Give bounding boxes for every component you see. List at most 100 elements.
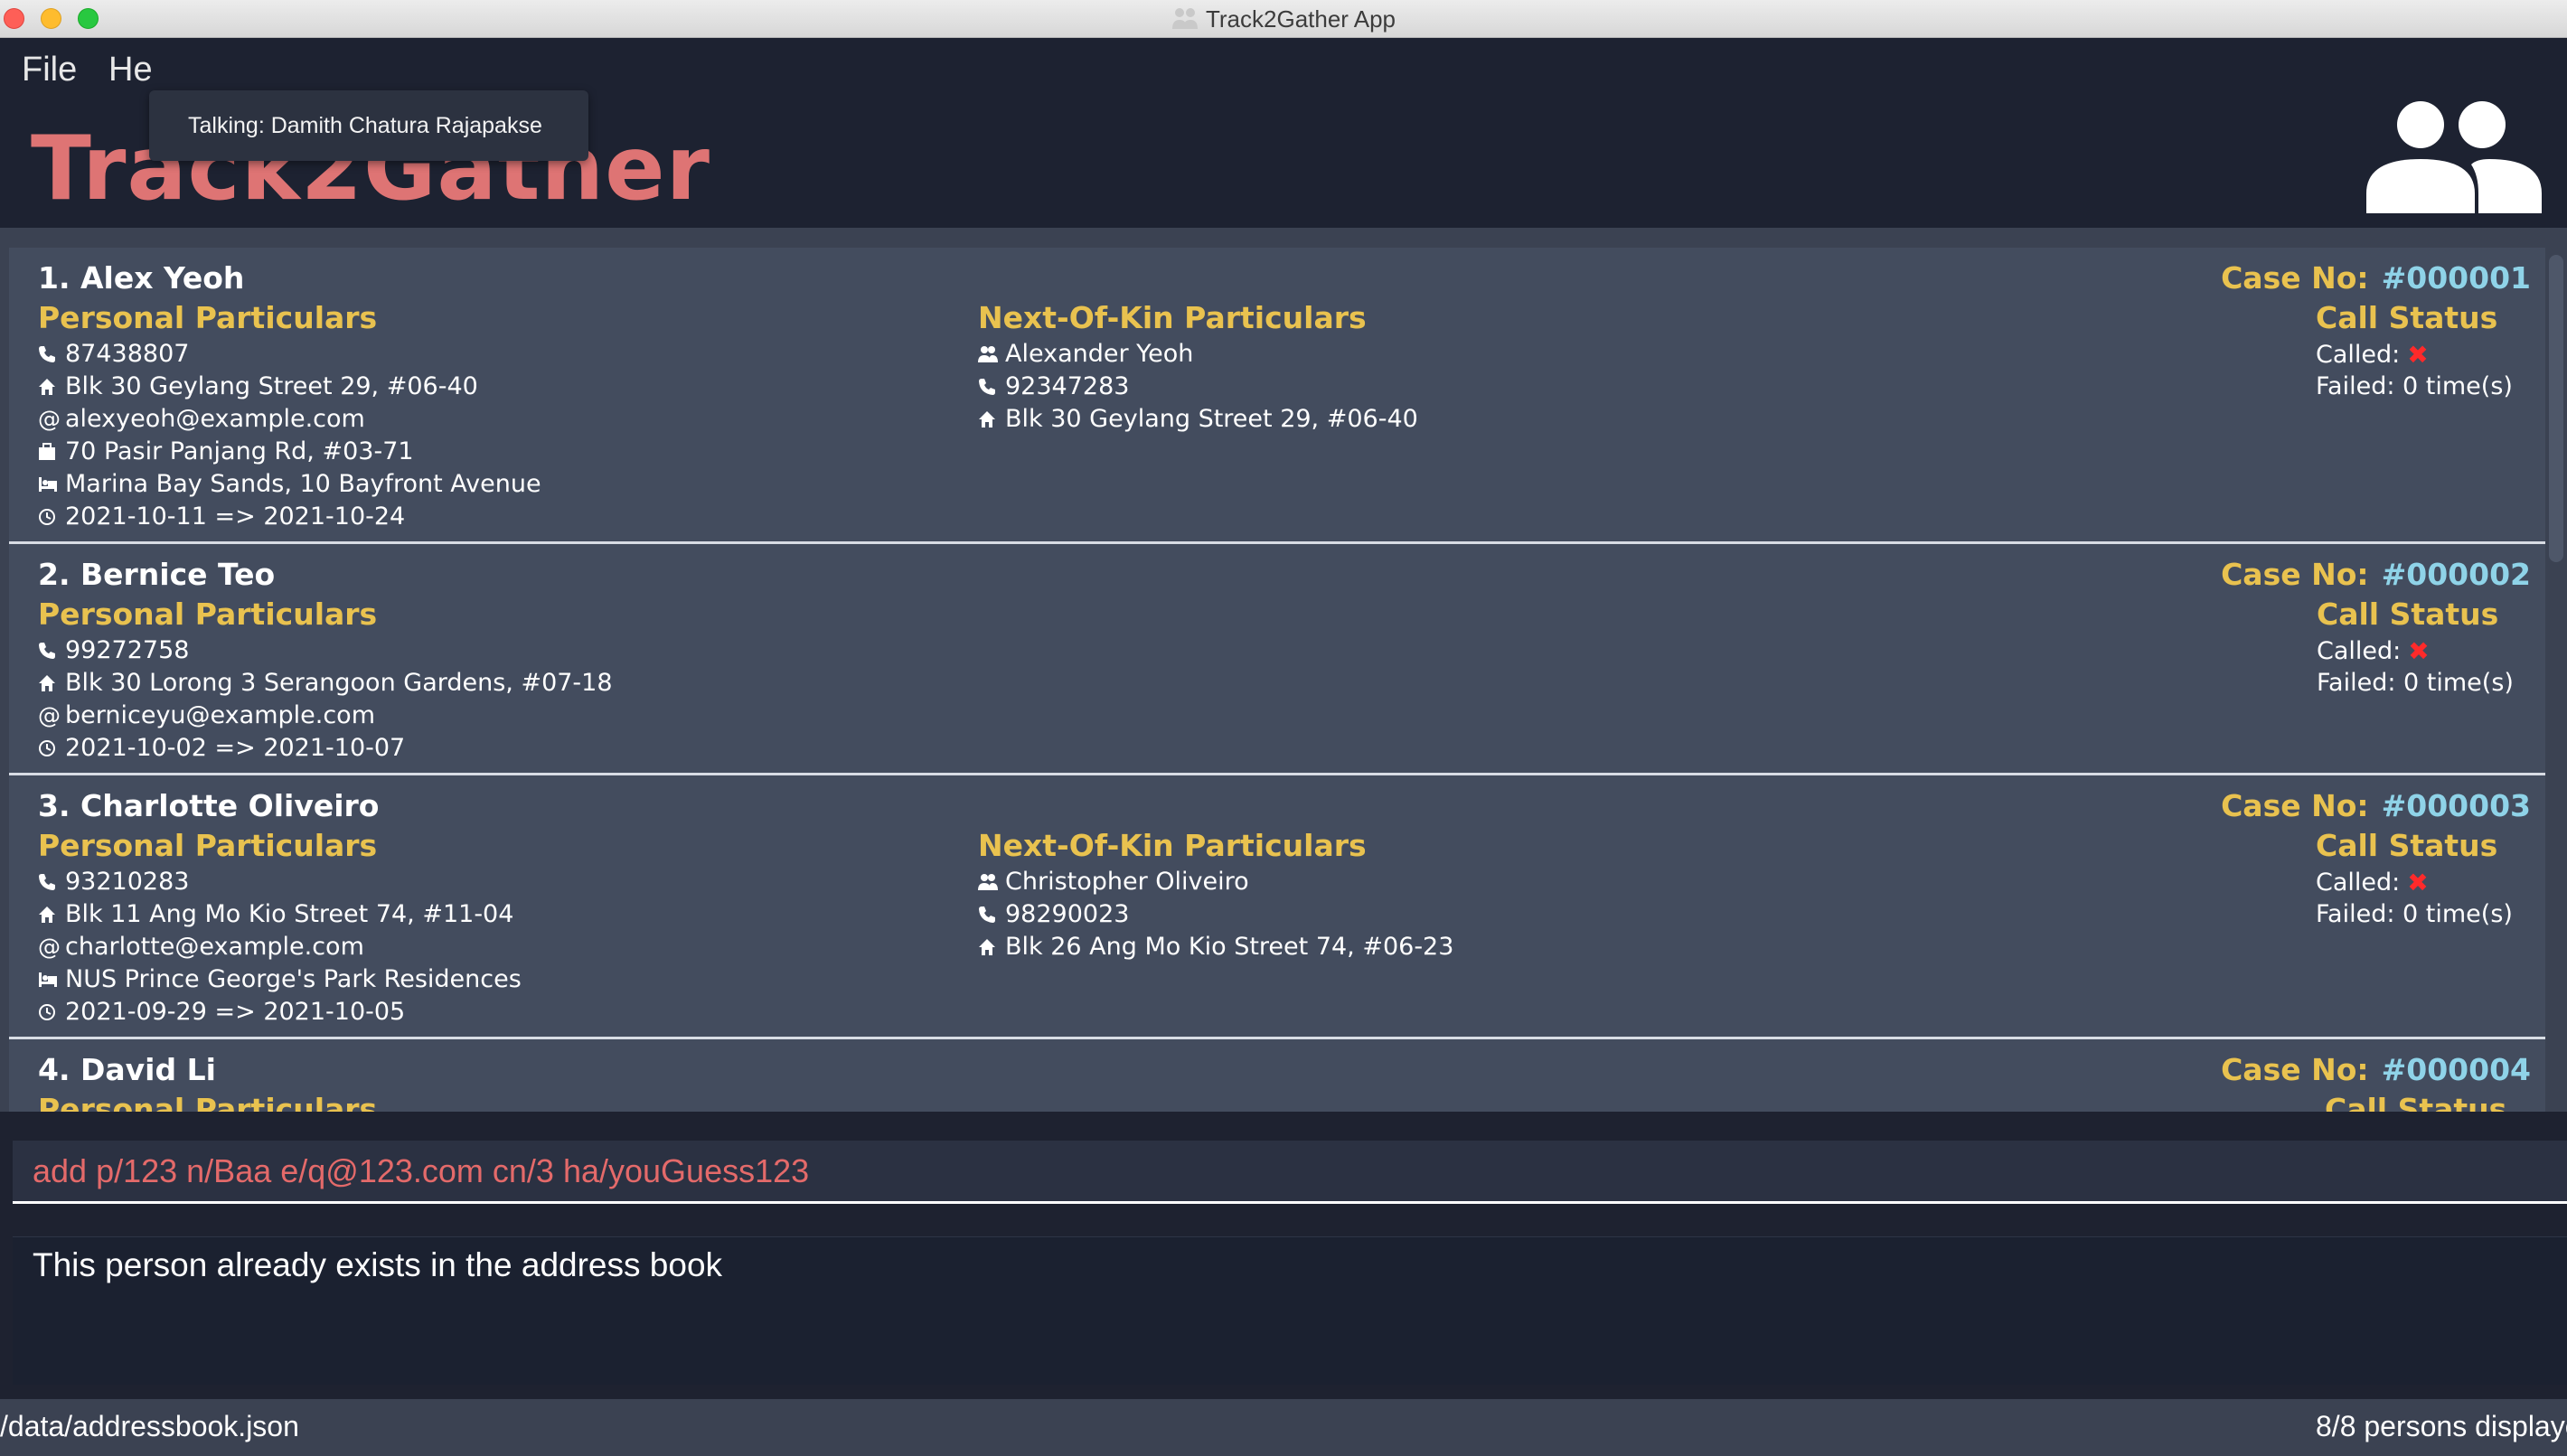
period-text: 2021-10-02 => 2021-10-07 (65, 734, 406, 762)
phone-icon (38, 873, 65, 891)
person-card[interactable]: 4. David Li Case No: #000004 Personal Par… (9, 1039, 2545, 1112)
shn-field: Marina Bay Sands, 10 Bayfront Avenue (38, 470, 541, 498)
at-icon: @ (38, 934, 61, 960)
kin-phone-field: 98290023 (978, 900, 1129, 928)
person-list-panel: 1. Alex Yeoh Case No: #000001 Personal Pa… (0, 228, 2567, 1112)
phone-icon (978, 906, 1005, 924)
person-name: 2. Bernice Teo (38, 557, 276, 592)
home-icon (978, 410, 1005, 428)
status-file-path: /data/addressbook.json (0, 1410, 299, 1442)
email-text: alexyeoh@example.com (65, 405, 365, 433)
home-icon (38, 378, 65, 396)
app-header: File He Track2Gather Talking: Damith Cha… (0, 38, 2567, 228)
phone-field: 87438807 (38, 340, 189, 368)
phone-icon (38, 345, 65, 363)
kin-address-field: Blk 30 Geylang Street 29, #06-40 (978, 405, 1418, 433)
app-window: Track2Gather App File He Track2Gather Ta… (0, 0, 2567, 1456)
command-area: add p/123 n/Baa e/q@123.com cn/3 ha/youG… (0, 1112, 2567, 1220)
menu-file[interactable]: File (22, 51, 77, 89)
kin-name-text: Christopher Oliveiro (1005, 868, 1249, 896)
person-name: 3. Charlotte Oliveiro (38, 788, 380, 823)
tooltip: Talking: Damith Chatura Rajapakse (149, 90, 588, 161)
period-text: 2021-09-29 => 2021-10-05 (65, 998, 406, 1026)
bed-icon (38, 476, 65, 493)
person-card[interactable]: 1. Alex Yeoh Case No: #000001 Personal Pa… (9, 248, 2545, 544)
person-icon (978, 873, 1005, 891)
case-no-label: Case No: (2221, 557, 2369, 592)
address-text: Blk 30 Lorong 3 Serangoon Gardens, #07-1… (65, 669, 613, 697)
period-field: 2021-10-11 => 2021-10-24 (38, 503, 405, 531)
address-field: Blk 30 Lorong 3 Serangoon Gardens, #07-1… (38, 669, 613, 697)
not-called-icon: ✖ (2407, 340, 2429, 370)
case-number: Case No: #000004 (2221, 1052, 2531, 1087)
people-icon (1171, 8, 1198, 29)
call-status-heading: Call Status (2316, 828, 2498, 863)
phone-field: 93210283 (38, 868, 189, 896)
list-scroll-thumb[interactable] (2549, 255, 2563, 562)
clock-icon (38, 739, 65, 757)
window-title: Track2Gather App (1205, 5, 1396, 33)
phone-text: 87438807 (65, 340, 190, 368)
result-display: This person already exists in the addres… (13, 1236, 2567, 1385)
failed-text: Failed: 0 time(s) (2317, 669, 2514, 697)
not-called-icon: ✖ (2408, 636, 2430, 666)
address-field: Blk 30 Geylang Street 29, #06-40 (38, 372, 478, 400)
address-text: Blk 11 Ang Mo Kio Street 74, #11-04 (65, 900, 514, 928)
period-field: 2021-10-02 => 2021-10-07 (38, 734, 405, 762)
case-no-value: #000004 (2381, 1052, 2531, 1087)
shn-text: Marina Bay Sands, 10 Bayfront Avenue (65, 470, 541, 498)
called-field: Called: ✖ (2316, 340, 2429, 370)
email-text: berniceyu@example.com (65, 701, 375, 729)
clock-icon (38, 508, 65, 526)
kin-address-field: Blk 26 Ang Mo Kio Street 74, #06-23 (978, 933, 1453, 961)
failed-field: Failed: 0 time(s) (2317, 669, 2514, 697)
called-field: Called: ✖ (2316, 868, 2429, 897)
title-bar: Track2Gather App (0, 0, 2567, 38)
called-label: Called: (2316, 869, 2401, 897)
failed-field: Failed: 0 time(s) (2316, 900, 2513, 928)
person-card[interactable]: 3. Charlotte Oliveiro Case No: #000003 Pe… (9, 775, 2545, 1039)
status-bar: /data/addressbook.json 8/8 persons displ… (0, 1399, 2567, 1456)
failed-text: Failed: 0 time(s) (2316, 372, 2513, 400)
kin-phone-text: 98290023 (1005, 900, 1130, 928)
kin-phone-field: 92347283 (978, 372, 1129, 400)
phone-icon (38, 642, 65, 660)
kin-address-text: Blk 26 Ang Mo Kio Street 74, #06-23 (1005, 933, 1454, 961)
phone-text: 99272758 (65, 636, 190, 664)
case-no-value: #000002 (2381, 557, 2531, 592)
kin-address-text: Blk 30 Geylang Street 29, #06-40 (1005, 405, 1418, 433)
command-input[interactable]: add p/123 n/Baa e/q@123.com cn/3 ha/youG… (13, 1141, 2567, 1204)
address-text: Blk 30 Geylang Street 29, #06-40 (65, 372, 478, 400)
email-field: @ berniceyu@example.com (38, 701, 375, 729)
case-no-label: Case No: (2221, 260, 2369, 296)
address-field: Blk 11 Ang Mo Kio Street 74, #11-04 (38, 900, 513, 928)
case-number: Case No: #000003 (2221, 788, 2531, 823)
called-field: Called: ✖ (2317, 636, 2430, 666)
call-status-heading: Call Status (2325, 1092, 2507, 1112)
at-icon: @ (38, 406, 61, 432)
clock-icon (38, 1003, 65, 1021)
menu-help[interactable]: He (108, 51, 153, 89)
people-icon (2366, 101, 2542, 213)
person-card[interactable]: 2. Bernice Teo Case No: #000002 Personal … (9, 544, 2545, 775)
next-of-kin-heading: Next-Of-Kin Particulars (978, 300, 1367, 335)
person-name: 4. David Li (38, 1052, 216, 1087)
period-text: 2021-10-11 => 2021-10-24 (65, 503, 406, 531)
kin-phone-text: 92347283 (1005, 372, 1130, 400)
kin-name-field: Christopher Oliveiro (978, 868, 1249, 896)
work-text: 70 Pasir Panjang Rd, #03-71 (65, 437, 414, 465)
person-name: 1. Alex Yeoh (38, 260, 245, 296)
phone-field: 99272758 (38, 636, 189, 664)
list-scrollbar[interactable] (2545, 228, 2567, 1112)
case-no-label: Case No: (2221, 788, 2369, 823)
call-status-heading: Call Status (2316, 300, 2498, 335)
personal-particulars-heading: Personal Particulars (38, 300, 378, 335)
email-field: @ charlotte@example.com (38, 933, 364, 961)
at-icon: @ (38, 702, 61, 728)
home-icon (38, 906, 65, 924)
phone-text: 93210283 (65, 868, 190, 896)
called-label: Called: (2317, 637, 2402, 665)
bed-icon (38, 972, 65, 988)
not-called-icon: ✖ (2407, 868, 2429, 897)
case-no-value: #000001 (2381, 260, 2531, 296)
